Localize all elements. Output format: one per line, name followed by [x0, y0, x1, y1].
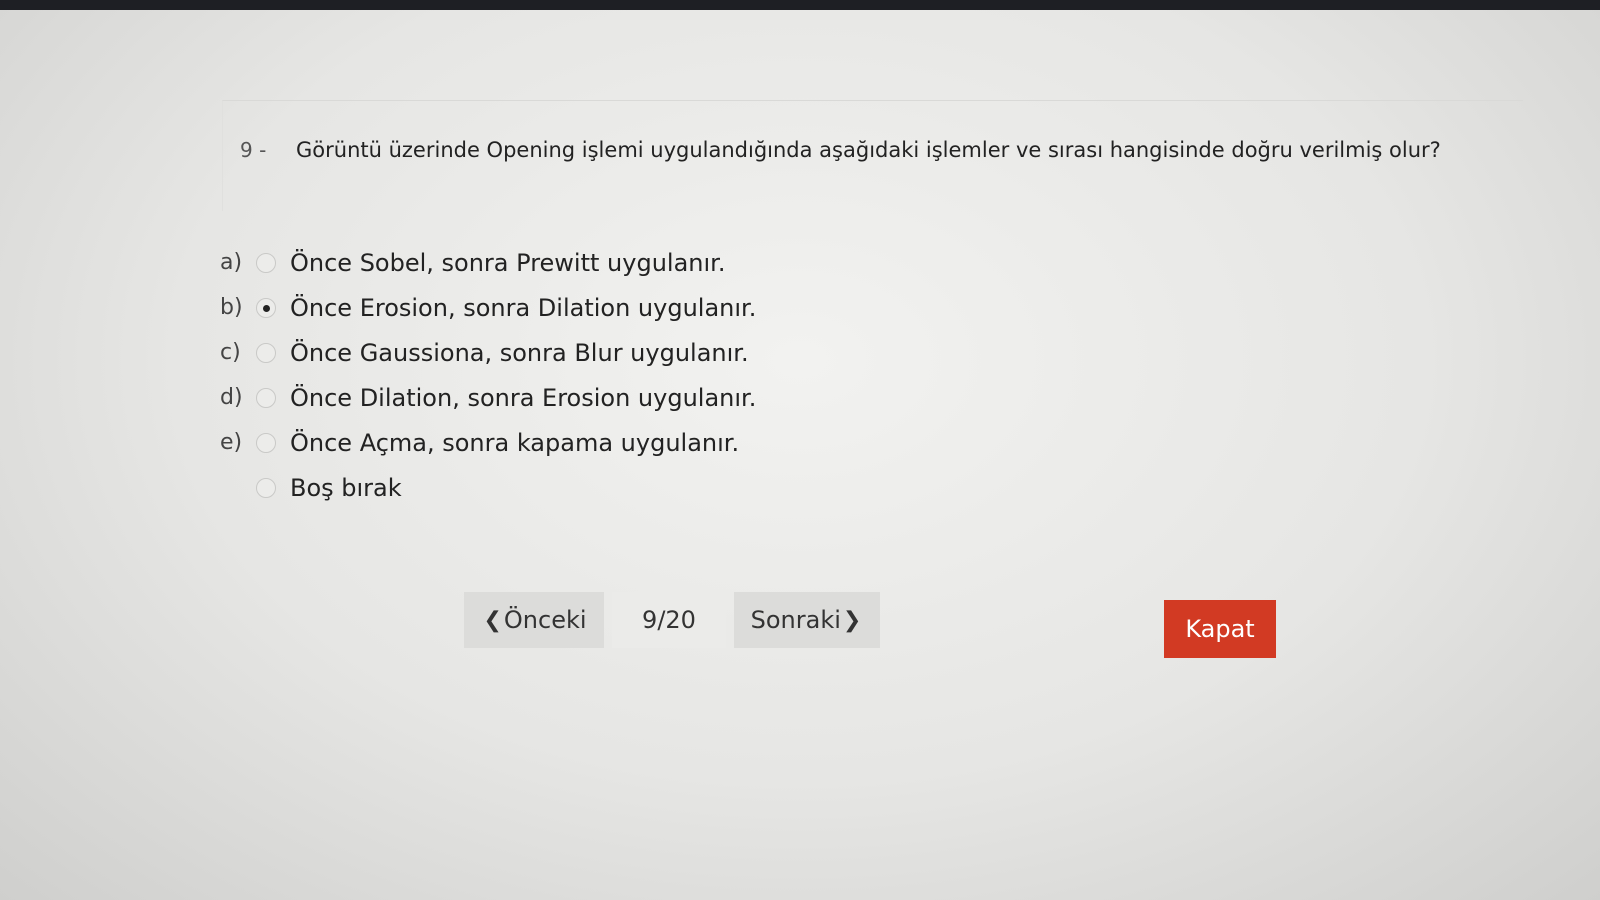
chevron-right-icon: ❯ [842, 607, 862, 633]
option-label[interactable]: Önce Dilation, sonra Erosion uygulanır. [290, 384, 756, 412]
question-navigation: ❮ Önceki 9/20 Sonraki ❯ [464, 592, 880, 648]
option-leave-blank[interactable]: Boş bırak [220, 465, 1120, 510]
option-c[interactable]: c) Önce Gaussiona, sonra Blur uygulanır. [220, 330, 1120, 375]
question-text: Görüntü üzerinde Opening işlemi uyguland… [296, 138, 1441, 162]
radio-button-e[interactable] [256, 432, 276, 453]
option-letter: c) [220, 340, 241, 365]
option-letter: e) [220, 430, 243, 455]
option-a[interactable]: a) Önce Sobel, sonra Prewitt uygulanır. [220, 240, 1120, 285]
radio-button-blank[interactable] [256, 477, 276, 498]
next-label: Sonraki [750, 606, 841, 634]
previous-label: Önceki [503, 606, 587, 634]
option-label[interactable]: Önce Erosion, sonra Dilation uygulanır. [290, 294, 756, 322]
answer-options: a) Önce Sobel, sonra Prewitt uygulanır. … [220, 240, 1120, 510]
radio-button-b[interactable] [256, 297, 276, 318]
option-label[interactable]: Önce Gaussiona, sonra Blur uygulanır. [290, 339, 749, 367]
close-button[interactable]: Kapat [1164, 600, 1276, 658]
option-letter: a) [220, 250, 243, 275]
radio-button-d[interactable] [256, 387, 276, 408]
option-e[interactable]: e) Önce Açma, sonra kapama uygulanır. [220, 420, 1120, 465]
radio-button-c[interactable] [256, 342, 276, 363]
option-letter: d) [220, 385, 243, 410]
option-d[interactable]: d) Önce Dilation, sonra Erosion uygulanı… [220, 375, 1120, 420]
top-bar [0, 0, 1600, 10]
option-letter: b) [220, 295, 243, 320]
previous-button[interactable]: ❮ Önceki [464, 592, 604, 648]
question-number: 9 - [240, 138, 267, 162]
radio-button-a[interactable] [256, 252, 276, 273]
option-label[interactable]: Boş bırak [290, 474, 402, 502]
option-label[interactable]: Önce Sobel, sonra Prewitt uygulanır. [290, 249, 725, 277]
next-button[interactable]: Sonraki ❯ [734, 592, 880, 648]
page-counter: 9/20 [612, 592, 726, 648]
option-b[interactable]: b) Önce Erosion, sonra Dilation uygulanı… [220, 285, 1120, 330]
chevron-left-icon: ❮ [483, 607, 502, 633]
option-label[interactable]: Önce Açma, sonra kapama uygulanır. [290, 429, 739, 457]
